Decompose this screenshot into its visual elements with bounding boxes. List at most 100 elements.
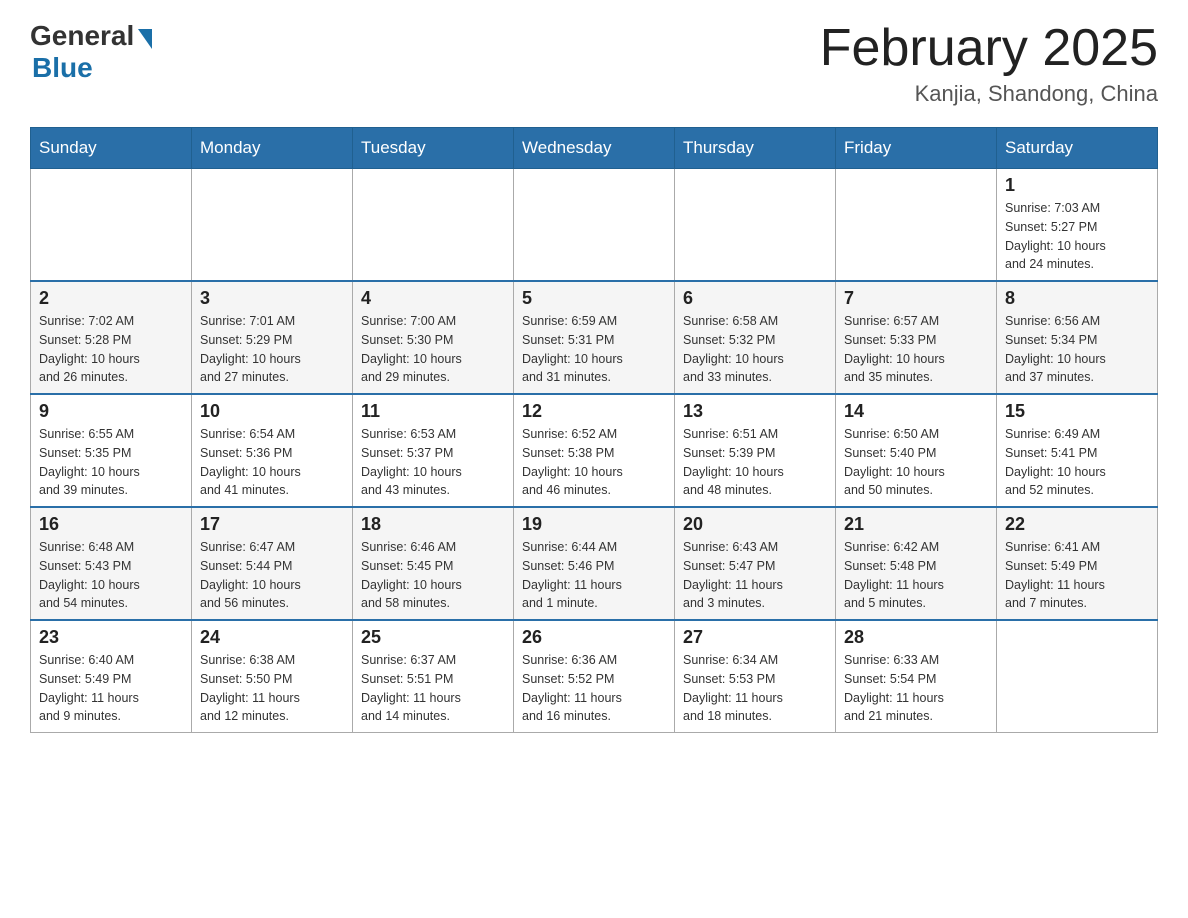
day-info: Sunrise: 6:51 AMSunset: 5:39 PMDaylight:… bbox=[683, 425, 827, 500]
weekday-header-row: SundayMondayTuesdayWednesdayThursdayFrid… bbox=[31, 128, 1158, 169]
day-info: Sunrise: 7:02 AMSunset: 5:28 PMDaylight:… bbox=[39, 312, 183, 387]
day-number: 16 bbox=[39, 514, 183, 535]
day-info: Sunrise: 6:37 AMSunset: 5:51 PMDaylight:… bbox=[361, 651, 505, 726]
calendar-cell: 27 Sunrise: 6:34 AMSunset: 5:53 PMDayligh… bbox=[675, 620, 836, 733]
day-number: 1 bbox=[1005, 175, 1149, 196]
calendar-cell bbox=[514, 169, 675, 282]
calendar-cell: 5 Sunrise: 6:59 AMSunset: 5:31 PMDaylight… bbox=[514, 281, 675, 394]
day-info: Sunrise: 6:50 AMSunset: 5:40 PMDaylight:… bbox=[844, 425, 988, 500]
calendar-cell: 4 Sunrise: 7:00 AMSunset: 5:30 PMDaylight… bbox=[353, 281, 514, 394]
day-number: 11 bbox=[361, 401, 505, 422]
day-info: Sunrise: 6:54 AMSunset: 5:36 PMDaylight:… bbox=[200, 425, 344, 500]
week-row-1: 1 Sunrise: 7:03 AMSunset: 5:27 PMDaylight… bbox=[31, 169, 1158, 282]
calendar-cell bbox=[675, 169, 836, 282]
weekday-header-friday: Friday bbox=[836, 128, 997, 169]
day-info: Sunrise: 7:03 AMSunset: 5:27 PMDaylight:… bbox=[1005, 199, 1149, 274]
weekday-header-thursday: Thursday bbox=[675, 128, 836, 169]
calendar-cell: 11 Sunrise: 6:53 AMSunset: 5:37 PMDayligh… bbox=[353, 394, 514, 507]
day-info: Sunrise: 6:44 AMSunset: 5:46 PMDaylight:… bbox=[522, 538, 666, 613]
calendar-cell: 16 Sunrise: 6:48 AMSunset: 5:43 PMDayligh… bbox=[31, 507, 192, 620]
day-number: 21 bbox=[844, 514, 988, 535]
day-info: Sunrise: 6:55 AMSunset: 5:35 PMDaylight:… bbox=[39, 425, 183, 500]
day-number: 27 bbox=[683, 627, 827, 648]
day-info: Sunrise: 6:52 AMSunset: 5:38 PMDaylight:… bbox=[522, 425, 666, 500]
day-info: Sunrise: 6:40 AMSunset: 5:49 PMDaylight:… bbox=[39, 651, 183, 726]
day-number: 23 bbox=[39, 627, 183, 648]
day-number: 19 bbox=[522, 514, 666, 535]
day-number: 9 bbox=[39, 401, 183, 422]
calendar-cell: 24 Sunrise: 6:38 AMSunset: 5:50 PMDayligh… bbox=[192, 620, 353, 733]
weekday-header-tuesday: Tuesday bbox=[353, 128, 514, 169]
calendar-cell bbox=[192, 169, 353, 282]
calendar-cell: 14 Sunrise: 6:50 AMSunset: 5:40 PMDayligh… bbox=[836, 394, 997, 507]
page-header: General Blue February 2025 Kanjia, Shand… bbox=[30, 20, 1158, 107]
calendar-cell: 23 Sunrise: 6:40 AMSunset: 5:49 PMDayligh… bbox=[31, 620, 192, 733]
calendar-table: SundayMondayTuesdayWednesdayThursdayFrid… bbox=[30, 127, 1158, 733]
day-info: Sunrise: 7:01 AMSunset: 5:29 PMDaylight:… bbox=[200, 312, 344, 387]
day-info: Sunrise: 6:53 AMSunset: 5:37 PMDaylight:… bbox=[361, 425, 505, 500]
day-number: 8 bbox=[1005, 288, 1149, 309]
day-info: Sunrise: 6:46 AMSunset: 5:45 PMDaylight:… bbox=[361, 538, 505, 613]
calendar-cell: 6 Sunrise: 6:58 AMSunset: 5:32 PMDaylight… bbox=[675, 281, 836, 394]
day-info: Sunrise: 6:38 AMSunset: 5:50 PMDaylight:… bbox=[200, 651, 344, 726]
day-number: 14 bbox=[844, 401, 988, 422]
week-row-5: 23 Sunrise: 6:40 AMSunset: 5:49 PMDayligh… bbox=[31, 620, 1158, 733]
calendar-cell: 20 Sunrise: 6:43 AMSunset: 5:47 PMDayligh… bbox=[675, 507, 836, 620]
day-info: Sunrise: 6:48 AMSunset: 5:43 PMDaylight:… bbox=[39, 538, 183, 613]
day-info: Sunrise: 6:43 AMSunset: 5:47 PMDaylight:… bbox=[683, 538, 827, 613]
week-row-4: 16 Sunrise: 6:48 AMSunset: 5:43 PMDayligh… bbox=[31, 507, 1158, 620]
calendar-cell: 26 Sunrise: 6:36 AMSunset: 5:52 PMDayligh… bbox=[514, 620, 675, 733]
day-number: 24 bbox=[200, 627, 344, 648]
week-row-3: 9 Sunrise: 6:55 AMSunset: 5:35 PMDaylight… bbox=[31, 394, 1158, 507]
logo-arrow-icon bbox=[138, 29, 152, 49]
calendar-cell: 1 Sunrise: 7:03 AMSunset: 5:27 PMDaylight… bbox=[997, 169, 1158, 282]
day-info: Sunrise: 7:00 AMSunset: 5:30 PMDaylight:… bbox=[361, 312, 505, 387]
calendar-cell: 25Sunrise: 6:37 AMSunset: 5:51 PMDayligh… bbox=[353, 620, 514, 733]
day-number: 28 bbox=[844, 627, 988, 648]
day-number: 13 bbox=[683, 401, 827, 422]
calendar-cell: 2 Sunrise: 7:02 AMSunset: 5:28 PMDaylight… bbox=[31, 281, 192, 394]
calendar-cell: 19 Sunrise: 6:44 AMSunset: 5:46 PMDayligh… bbox=[514, 507, 675, 620]
calendar-cell: 15 Sunrise: 6:49 AMSunset: 5:41 PMDayligh… bbox=[997, 394, 1158, 507]
calendar-cell: 13 Sunrise: 6:51 AMSunset: 5:39 PMDayligh… bbox=[675, 394, 836, 507]
day-info: Sunrise: 6:59 AMSunset: 5:31 PMDaylight:… bbox=[522, 312, 666, 387]
week-row-2: 2 Sunrise: 7:02 AMSunset: 5:28 PMDaylight… bbox=[31, 281, 1158, 394]
calendar-subtitle: Kanjia, Shandong, China bbox=[820, 81, 1158, 107]
calendar-cell: 17 Sunrise: 6:47 AMSunset: 5:44 PMDayligh… bbox=[192, 507, 353, 620]
calendar-cell: 18Sunrise: 6:46 AMSunset: 5:45 PMDayligh… bbox=[353, 507, 514, 620]
day-number: 5 bbox=[522, 288, 666, 309]
day-number: 12 bbox=[522, 401, 666, 422]
day-number: 6 bbox=[683, 288, 827, 309]
weekday-header-sunday: Sunday bbox=[31, 128, 192, 169]
day-number: 3 bbox=[200, 288, 344, 309]
day-info: Sunrise: 6:36 AMSunset: 5:52 PMDaylight:… bbox=[522, 651, 666, 726]
day-info: Sunrise: 6:41 AMSunset: 5:49 PMDaylight:… bbox=[1005, 538, 1149, 613]
calendar-cell: 7Sunrise: 6:57 AMSunset: 5:33 PMDaylight… bbox=[836, 281, 997, 394]
calendar-cell bbox=[997, 620, 1158, 733]
calendar-cell: 12 Sunrise: 6:52 AMSunset: 5:38 PMDayligh… bbox=[514, 394, 675, 507]
calendar-cell: 10 Sunrise: 6:54 AMSunset: 5:36 PMDayligh… bbox=[192, 394, 353, 507]
calendar-cell: 3 Sunrise: 7:01 AMSunset: 5:29 PMDaylight… bbox=[192, 281, 353, 394]
day-info: Sunrise: 6:47 AMSunset: 5:44 PMDaylight:… bbox=[200, 538, 344, 613]
day-number: 22 bbox=[1005, 514, 1149, 535]
weekday-header-wednesday: Wednesday bbox=[514, 128, 675, 169]
day-number: 4 bbox=[361, 288, 505, 309]
day-info: Sunrise: 6:56 AMSunset: 5:34 PMDaylight:… bbox=[1005, 312, 1149, 387]
day-number: 2 bbox=[39, 288, 183, 309]
calendar-cell: 28Sunrise: 6:33 AMSunset: 5:54 PMDayligh… bbox=[836, 620, 997, 733]
day-number: 7 bbox=[844, 288, 988, 309]
calendar-cell bbox=[353, 169, 514, 282]
day-number: 26 bbox=[522, 627, 666, 648]
title-section: February 2025 Kanjia, Shandong, China bbox=[820, 20, 1158, 107]
day-number: 17 bbox=[200, 514, 344, 535]
calendar-cell bbox=[31, 169, 192, 282]
logo-general-text: General bbox=[30, 20, 134, 52]
day-number: 15 bbox=[1005, 401, 1149, 422]
calendar-cell: 8 Sunrise: 6:56 AMSunset: 5:34 PMDaylight… bbox=[997, 281, 1158, 394]
calendar-cell: 9 Sunrise: 6:55 AMSunset: 5:35 PMDaylight… bbox=[31, 394, 192, 507]
day-number: 20 bbox=[683, 514, 827, 535]
day-number: 10 bbox=[200, 401, 344, 422]
day-info: Sunrise: 6:34 AMSunset: 5:53 PMDaylight:… bbox=[683, 651, 827, 726]
day-info: Sunrise: 6:58 AMSunset: 5:32 PMDaylight:… bbox=[683, 312, 827, 387]
day-info: Sunrise: 6:49 AMSunset: 5:41 PMDaylight:… bbox=[1005, 425, 1149, 500]
